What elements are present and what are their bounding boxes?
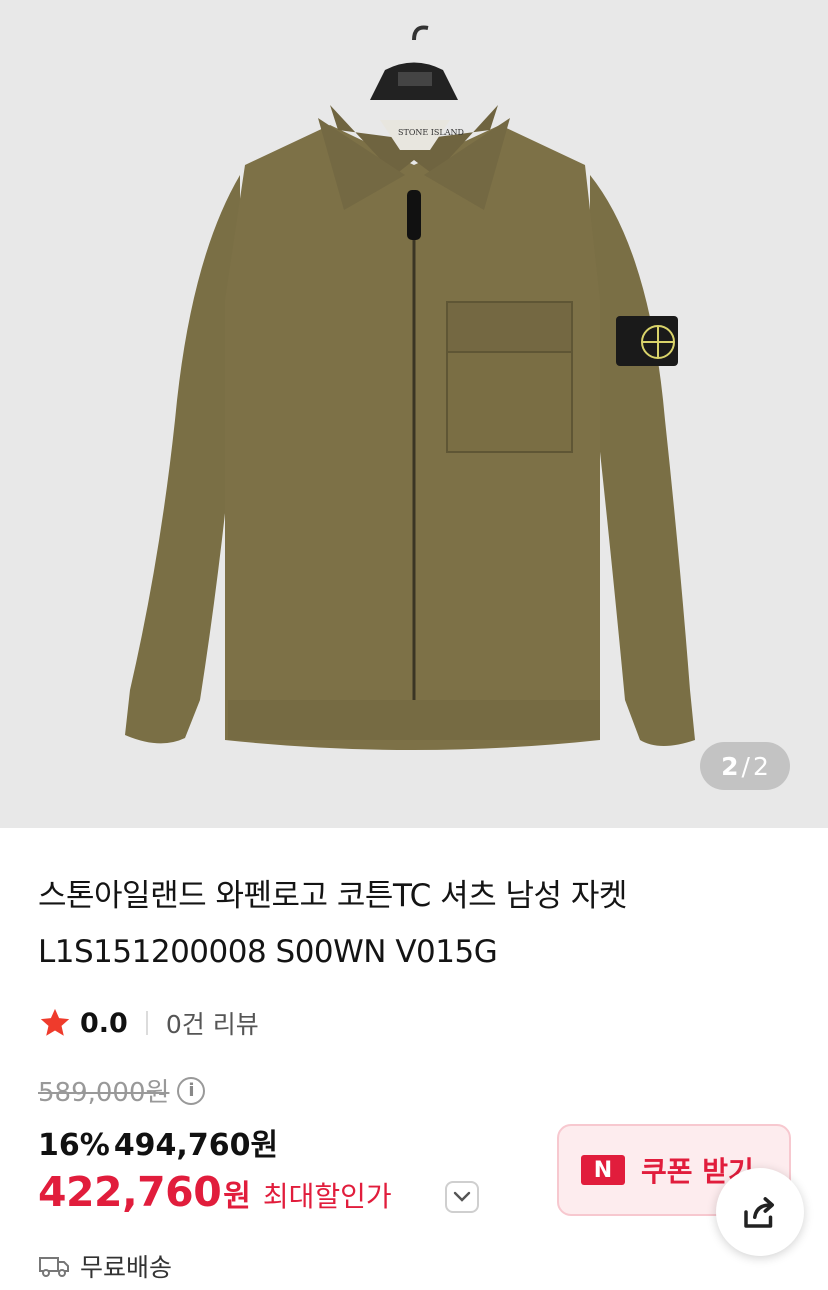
product-title-line2: L1S151200008 S00WN V015G bbox=[38, 934, 498, 970]
rating-divider bbox=[145, 1011, 148, 1035]
product-image: STONE ISLAND bbox=[125, 25, 695, 750]
final-price-unit: 원 bbox=[223, 1179, 251, 1214]
shipping-row: 무료배송 bbox=[38, 1248, 172, 1284]
discounted-price: 494,760원 bbox=[113, 1128, 279, 1163]
review-count[interactable]: 0건 리뷰 bbox=[166, 1005, 259, 1041]
discount-row: 16% 494,760원 bbox=[38, 1120, 278, 1164]
product-image-gallery[interactable]: STONE ISLAND 2 / 2 bbox=[0, 0, 828, 828]
naver-badge-icon: N bbox=[581, 1155, 625, 1185]
discount-percent: 16% bbox=[38, 1128, 110, 1163]
share-button[interactable] bbox=[716, 1168, 804, 1256]
product-title: 스톤아일랜드 와펜로고 코튼TC 셔츠 남성 자켓 L1S151200008 S… bbox=[38, 868, 798, 980]
final-price-row: 422,760 원 최대할인가 bbox=[38, 1168, 392, 1216]
truck-icon bbox=[39, 1257, 69, 1277]
chevron-down-icon bbox=[453, 1191, 471, 1202]
price-detail-toggle[interactable] bbox=[445, 1181, 479, 1213]
original-price-row: 589,000원 i bbox=[38, 1072, 206, 1109]
gallery-current: 2 bbox=[721, 751, 739, 781]
product-title-line1: 스톤아일랜드 와펜로고 코튼TC 셔츠 남성 자켓 bbox=[38, 878, 627, 914]
share-icon bbox=[744, 1197, 774, 1228]
shipping-label: 무료배송 bbox=[80, 1253, 173, 1282]
rating-row[interactable]: 0.0 0건 리뷰 bbox=[38, 1003, 259, 1043]
hanger-label-text: STONE ISLAND bbox=[398, 128, 464, 137]
final-price: 422,760 bbox=[38, 1168, 222, 1216]
rating-score: 0.0 bbox=[80, 1007, 128, 1039]
original-price: 589,000원 bbox=[38, 1078, 170, 1108]
gallery-separator: / bbox=[741, 751, 750, 781]
gallery-total: 2 bbox=[752, 751, 769, 781]
gallery-counter: 2 / 2 bbox=[700, 742, 790, 790]
star-icon bbox=[40, 1008, 70, 1036]
info-icon[interactable]: i bbox=[177, 1076, 206, 1105]
max-discount-label: 최대할인가 bbox=[262, 1180, 392, 1213]
